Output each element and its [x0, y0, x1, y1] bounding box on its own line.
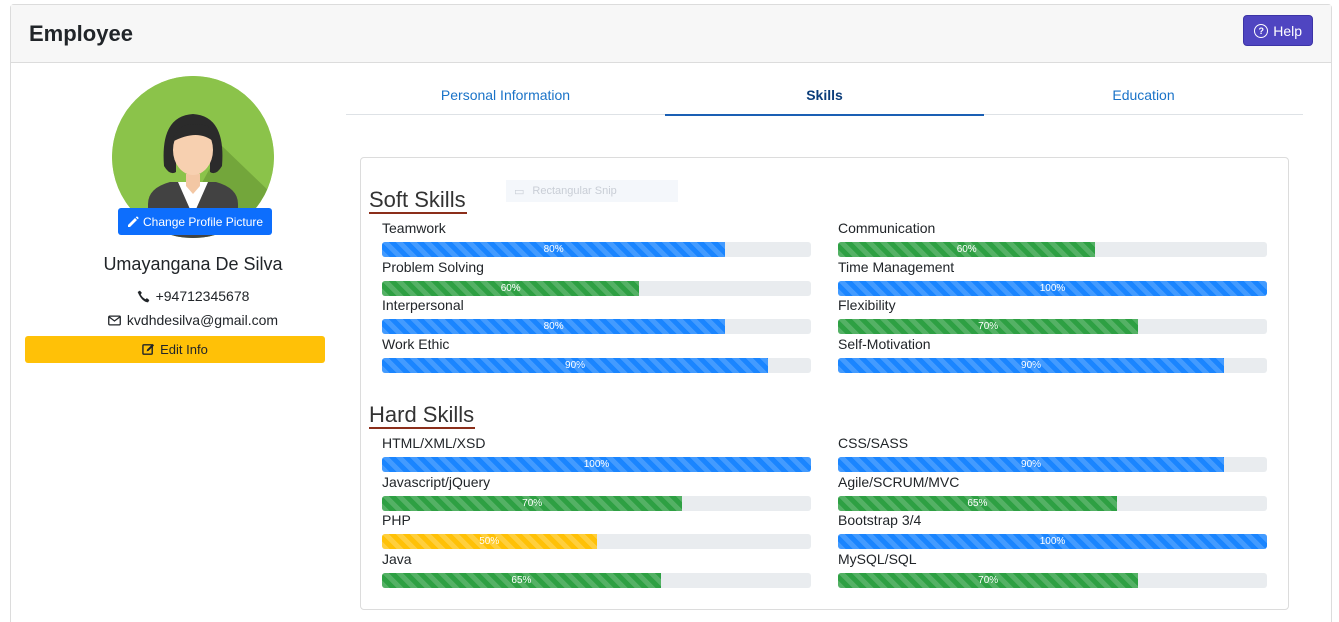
skill-item: Interpersonal 80%	[382, 297, 811, 335]
employee-name: Umayangana De Silva	[103, 254, 283, 274]
skill-progress-bar: 90%	[838, 358, 1267, 374]
change-picture-label: Change Profile Picture	[143, 214, 264, 229]
email-address: kvdhdesilva@gmail.com	[126, 312, 279, 328]
snip-icon: ▭	[514, 185, 525, 198]
skill-progress-bar: 70%	[382, 495, 811, 511]
skill-item: Javascript/jQuery 70%	[382, 474, 811, 511]
envelope-icon	[108, 314, 121, 326]
skill-item: Flexibility 70%	[838, 297, 1267, 335]
skill-item: Teamwork 80%	[382, 220, 811, 257]
skill-label: Communication	[838, 220, 936, 236]
edit-info-label: Edit Info	[160, 342, 208, 357]
question-circle-icon: ?	[1254, 23, 1269, 38]
skill-label: MySQL/SQL	[838, 551, 917, 568]
skill-item: PHP 50%	[382, 512, 811, 550]
skill-label: Interpersonal	[382, 297, 464, 314]
skill-progress-fill: 100%	[382, 457, 811, 472]
skill-progress-bar: 70%	[838, 319, 1267, 335]
page-title: Employee	[29, 21, 133, 46]
skill-progress-fill: 65%	[382, 573, 661, 589]
skill-label: HTML/XML/XSD	[382, 435, 486, 451]
phone-row: +94712345678	[25, 288, 361, 304]
email-row: kvdhdesilva@gmail.com	[25, 312, 361, 328]
skill-progress-fill: 80%	[382, 319, 726, 335]
skill-item: Work Ethic 90%	[382, 336, 811, 374]
skill-progress-fill: 60%	[382, 280, 640, 296]
skill-item: Self-Motivation 90%	[838, 336, 1267, 374]
skill-progress-bar: 65%	[382, 573, 811, 589]
skill-progress-bar: 60%	[838, 242, 1267, 257]
skill-label: CSS/SASS	[838, 435, 909, 451]
skill-label: Time Management	[838, 258, 955, 275]
skill-label: Work Ethic	[382, 336, 450, 353]
skill-progress-fill: 90%	[382, 358, 769, 374]
skill-progress-fill: 100%	[838, 534, 1267, 550]
skill-progress-bar: 90%	[838, 457, 1267, 472]
tab-education[interactable]: Education	[984, 84, 1303, 114]
skill-item: Java 65%	[382, 551, 811, 589]
snip-overlay: ▭ Rectangular Snip	[506, 180, 678, 202]
tab-skills[interactable]: Skills	[665, 84, 984, 116]
skills-panel: Soft Skills ▭ Rectangular Snip Teamwork 8…	[360, 157, 1289, 610]
skill-progress-bar: 80%	[382, 242, 811, 257]
skill-progress-bar: 100%	[838, 534, 1267, 550]
skill-progress-fill: 70%	[382, 495, 683, 511]
skill-item: Communication 60%	[838, 220, 1267, 257]
skill-progress-bar: 70%	[838, 573, 1267, 589]
edit-square-icon	[142, 343, 155, 355]
card-header: Employee ? Help	[11, 5, 1331, 63]
skill-label: Problem Solving	[382, 258, 484, 275]
tab-personal-information[interactable]: Personal Information	[346, 84, 665, 114]
profile-tabs: Personal Information Skills Education	[346, 84, 1303, 116]
skill-item: CSS/SASS 90%	[838, 435, 1267, 472]
skill-progress-bar: 100%	[382, 457, 811, 472]
pencil-icon	[128, 216, 139, 227]
skill-label: Agile/SCRUM/MVC	[838, 473, 960, 490]
help-label: Help	[1273, 22, 1302, 39]
skill-progress-fill: 70%	[838, 319, 1139, 335]
skill-label: Self-Motivation	[838, 336, 931, 353]
skill-item: Bootstrap 3/4 100%	[838, 512, 1267, 550]
skill-progress-fill: 70%	[838, 573, 1139, 589]
skill-item: Problem Solving 60%	[382, 259, 811, 296]
skill-progress-fill: 65%	[838, 495, 1117, 511]
snip-label: Rectangular Snip	[532, 185, 617, 197]
skill-progress-fill: 90%	[838, 358, 1225, 374]
skill-progress-fill: 100%	[838, 280, 1267, 296]
change-profile-picture-button[interactable]: Change Profile Picture	[118, 208, 273, 235]
skill-progress-bar: 50%	[382, 534, 811, 550]
skill-progress-fill: 90%	[838, 457, 1225, 472]
skill-progress-bar: 60%	[382, 280, 811, 296]
phone-number: +94712345678	[155, 288, 250, 304]
edit-info-button[interactable]: Edit Info	[25, 336, 325, 363]
skill-progress-bar: 90%	[382, 358, 811, 374]
skill-label: Flexibility	[838, 297, 896, 314]
skill-progress-bar: 65%	[838, 495, 1267, 511]
skill-progress-bar: 80%	[382, 319, 811, 335]
skill-label: Java	[382, 551, 412, 568]
help-button[interactable]: ? Help	[1243, 15, 1313, 46]
skill-item: Agile/SCRUM/MVC 65%	[838, 474, 1267, 511]
skill-item: MySQL/SQL 70%	[838, 551, 1267, 589]
skill-label: Bootstrap 3/4	[838, 512, 922, 529]
skill-progress-fill: 80%	[382, 242, 726, 257]
skill-label: PHP	[382, 512, 411, 529]
hard-skills-heading: Hard Skills	[369, 402, 476, 429]
phone-icon	[137, 290, 149, 302]
skill-item: Time Management 100%	[838, 259, 1267, 296]
skill-item: HTML/XML/XSD 100%	[382, 435, 811, 472]
soft-skills-heading: Soft Skills	[369, 187, 467, 214]
skill-progress-fill: 60%	[838, 242, 1096, 257]
skill-label: Javascript/jQuery	[382, 473, 491, 490]
skill-label: Teamwork	[382, 220, 446, 236]
skill-progress-fill: 50%	[382, 534, 597, 550]
skill-progress-bar: 100%	[838, 280, 1267, 296]
